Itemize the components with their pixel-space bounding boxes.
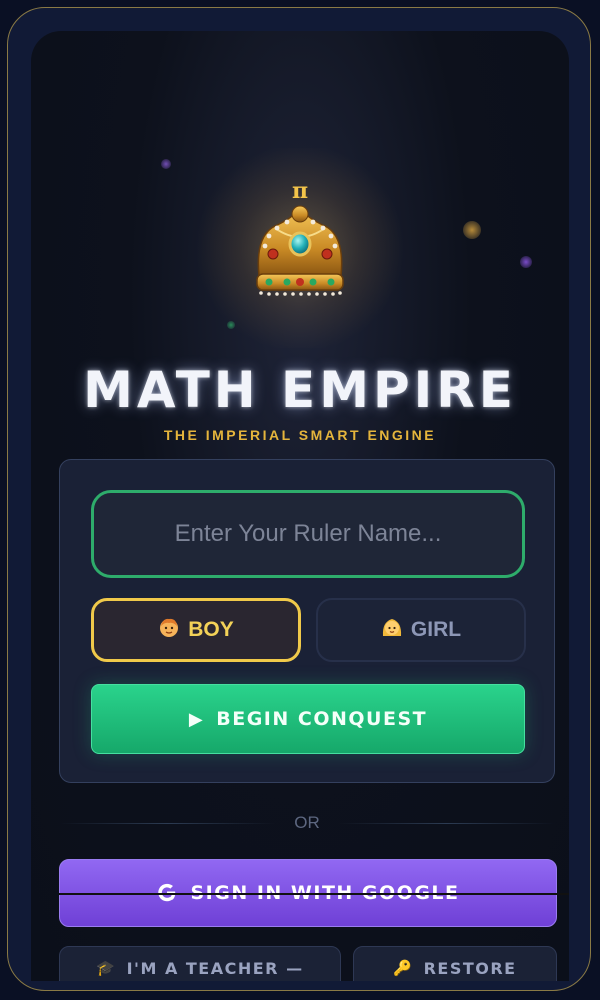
girl-label: GIRL xyxy=(410,618,462,641)
login-card: BOY GIRL ▶ BEGIN CONQUEST xyxy=(59,459,555,783)
or-divider: OR xyxy=(59,813,555,833)
particle-gold xyxy=(463,221,481,239)
or-label: OR xyxy=(294,813,320,832)
play-icon: ▶ xyxy=(188,708,205,730)
app-title: MATH EMPIRE xyxy=(83,361,517,419)
app-screen: π MATH EMPIRE THE IMPERIAL SMART ENGINE … xyxy=(31,31,569,981)
crown-logo: π xyxy=(190,147,410,348)
particle-violet xyxy=(520,256,532,268)
teacher-label: I'M A TEACHER — xyxy=(126,959,304,978)
begin-conquest-label: BEGIN CONQUEST xyxy=(216,708,428,730)
overlay-line xyxy=(59,893,569,895)
girl-button[interactable]: GIRL xyxy=(316,598,526,662)
boy-face-icon xyxy=(158,616,180,644)
teacher-button[interactable]: 🎓 I'M A TEACHER — xyxy=(59,946,341,981)
girl-face-icon xyxy=(381,616,403,644)
restore-button[interactable]: 🔑 RESTORE xyxy=(353,946,557,981)
ruler-name-input[interactable] xyxy=(91,490,525,578)
graduation-cap-icon: 🎓 xyxy=(96,959,117,977)
restore-label: RESTORE xyxy=(423,959,517,978)
particle-purple xyxy=(161,159,171,169)
device-frame: π MATH EMPIRE THE IMPERIAL SMART ENGINE … xyxy=(7,7,591,991)
boy-label: BOY xyxy=(188,618,234,641)
crown-icon: π xyxy=(256,178,344,296)
pi-symbol: π xyxy=(292,178,308,204)
begin-conquest-button[interactable]: ▶ BEGIN CONQUEST xyxy=(91,684,525,754)
boy-button[interactable]: BOY xyxy=(91,598,301,662)
app-subtitle: THE IMPERIAL SMART ENGINE xyxy=(163,427,437,443)
key-icon: 🔑 xyxy=(393,959,414,977)
